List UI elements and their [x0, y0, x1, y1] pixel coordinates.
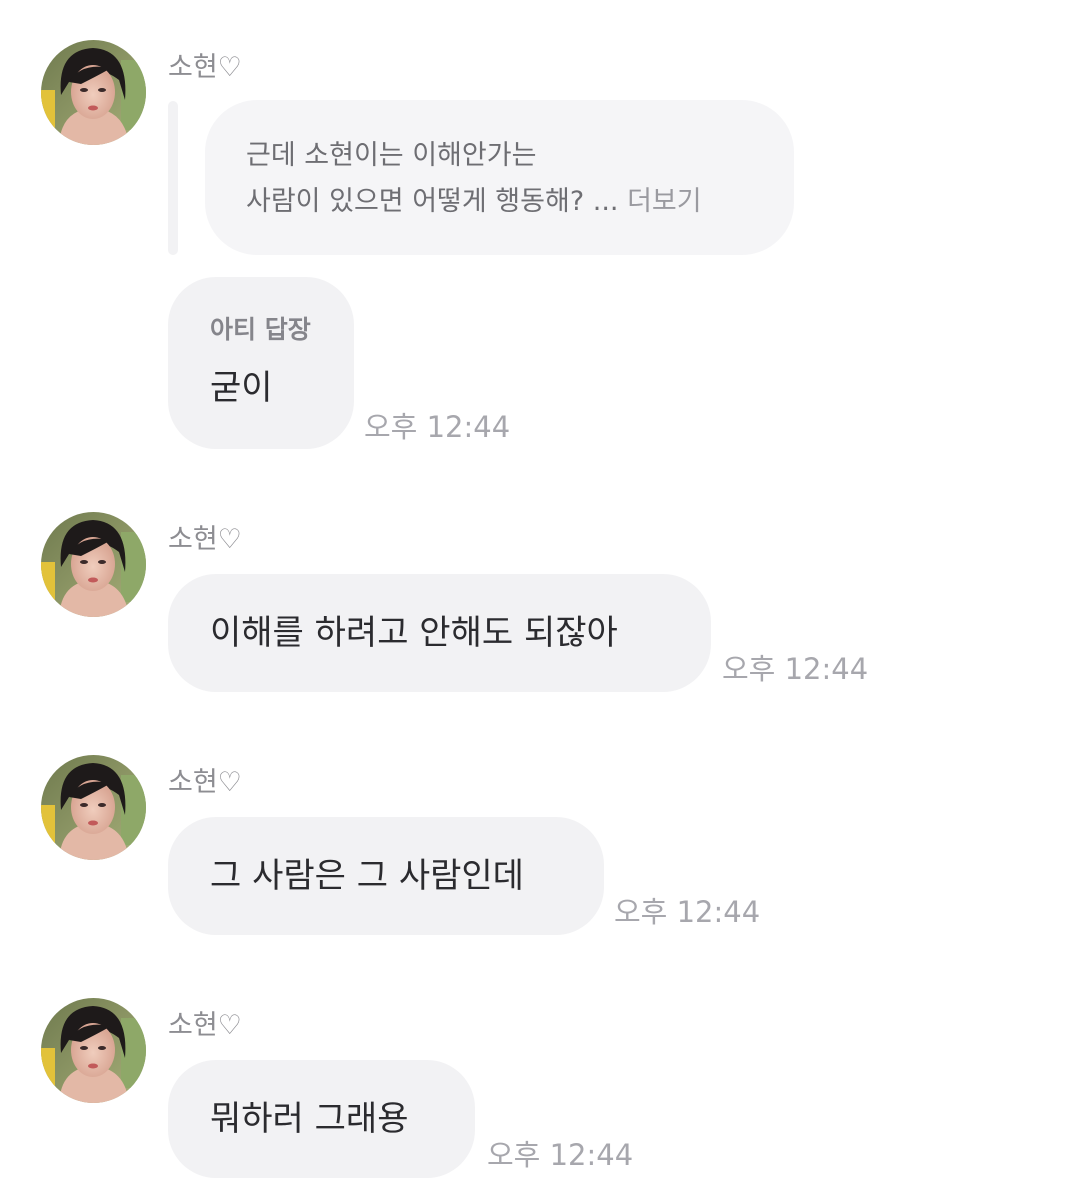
avatar[interactable]	[41, 40, 146, 145]
quoted-text-line-2-text: 사람이 있으면 어떻게 행동해? ...	[246, 186, 619, 217]
message-bubble[interactable]: 그 사람은 그 사람인데	[168, 817, 604, 935]
avatar-image	[41, 998, 146, 1103]
message-text: 굳이	[210, 368, 273, 408]
message-text: 이해를 하려고 안해도 되잖아	[210, 613, 618, 653]
sender-name: 소현♡	[168, 52, 242, 83]
avatar-image	[41, 512, 146, 617]
avatar[interactable]	[41, 998, 146, 1103]
message-time: 오후 12:44	[487, 1138, 634, 1172]
message-time: 오후 12:44	[614, 895, 761, 929]
sender-name: 소현♡	[168, 1010, 242, 1041]
message-bubble[interactable]: 뭐하러 그래용	[168, 1060, 475, 1178]
message-bubble[interactable]: 이해를 하려고 안해도 되잖아	[168, 574, 711, 692]
reply-label: 아티 답장	[210, 315, 311, 344]
avatar-image	[41, 755, 146, 860]
quoted-text-line-1: 근데 소현이는 이해안가는	[246, 140, 537, 171]
quoted-text-line-2: 사람이 있으면 어떻게 행동해? ... 더보기	[246, 188, 702, 215]
quoted-message[interactable]: 근데 소현이는 이해안가는 사람이 있으면 어떻게 행동해? ... 더보기	[205, 100, 794, 255]
message-text: 그 사람은 그 사람인데	[210, 856, 524, 896]
message-time: 오후 12:44	[364, 410, 511, 444]
avatar[interactable]	[41, 755, 146, 860]
sender-name: 소현♡	[168, 524, 242, 555]
message-bubble[interactable]: 아티 답장 굳이	[168, 277, 354, 449]
quote-bar	[168, 101, 178, 255]
see-more-link[interactable]: 더보기	[627, 186, 702, 217]
message-text: 뭐하러 그래용	[210, 1099, 409, 1139]
message-time: 오후 12:44	[722, 652, 869, 686]
avatar[interactable]	[41, 512, 146, 617]
sender-name: 소현♡	[168, 767, 242, 798]
avatar-image	[41, 40, 146, 145]
